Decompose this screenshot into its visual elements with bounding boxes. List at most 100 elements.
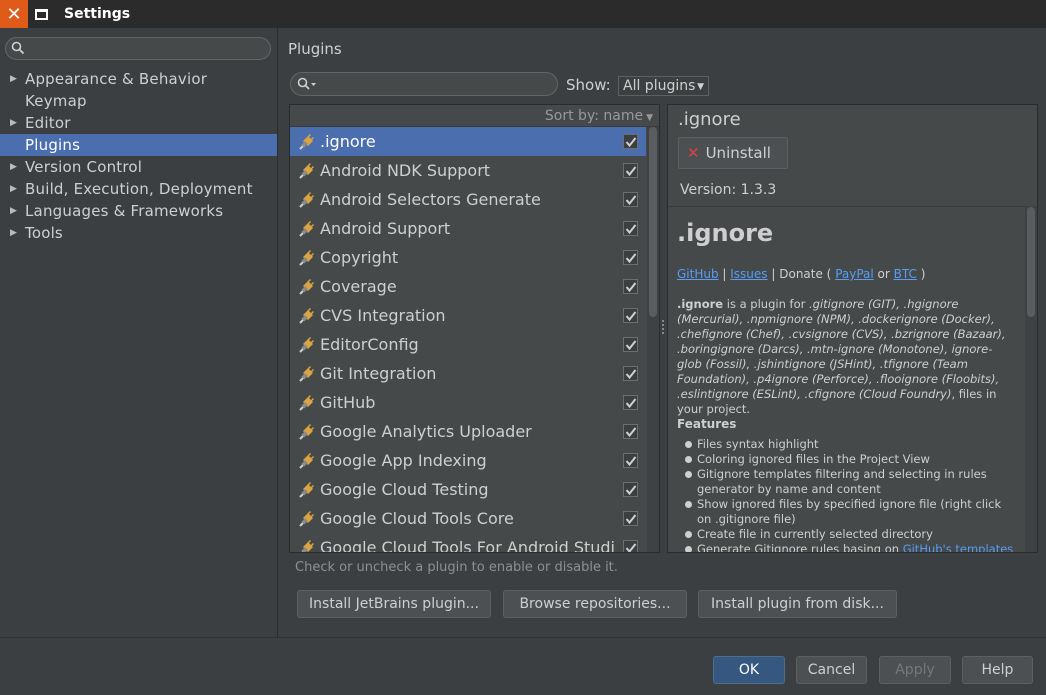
apply-button[interactable]: Apply: [879, 656, 951, 684]
details-scrollbar[interactable]: [1027, 207, 1035, 317]
plugin-row[interactable]: CVS Integration: [290, 301, 646, 330]
plugin-row[interactable]: Git Integration: [290, 359, 646, 388]
sidebar-item-label: Editor: [25, 114, 71, 132]
settings-search-input[interactable]: [5, 37, 271, 60]
desc-text: is a plugin for: [723, 297, 809, 311]
sidebar-item-tools[interactable]: ▶ Tools: [0, 222, 277, 244]
plugin-icon: [290, 220, 320, 237]
expand-arrow-icon[interactable]: ▶: [10, 68, 17, 90]
plugin-enabled-checkbox[interactable]: [623, 424, 638, 439]
plugin-enabled-checkbox[interactable]: [623, 308, 638, 323]
expand-arrow-icon[interactable]: ▶: [10, 112, 17, 134]
plugin-row[interactable]: EditorConfig: [290, 330, 646, 359]
plugin-row[interactable]: Google Cloud Testing: [290, 475, 646, 504]
sidebar-item-version-control[interactable]: ▶ Version Control: [0, 156, 277, 178]
show-label: Show:: [566, 76, 611, 94]
plugin-row[interactable]: Android NDK Support: [290, 156, 646, 185]
plugins-panel: Plugins Show: All plugins ▼ Sort by: nam…: [279, 28, 1046, 637]
settings-sidebar: ▶ Appearance & Behavior Keymap ▶ Editor Plugi…: [0, 28, 278, 637]
ok-button[interactable]: OK: [713, 656, 785, 684]
plugin-row[interactable]: Google Cloud Tools Core: [290, 504, 646, 533]
features-list: Files syntax highlight Coloring ignored f…: [677, 437, 1017, 552]
plugin-enabled-checkbox[interactable]: [623, 366, 638, 381]
plugin-name: EditorConfig: [320, 335, 419, 354]
github-link[interactable]: GitHub: [677, 267, 719, 281]
uninstall-button[interactable]: ✕ Uninstall: [678, 137, 788, 169]
settings-tree: ▶ Appearance & Behavior Keymap ▶ Editor Plugi…: [0, 68, 277, 244]
plugin-icon: [290, 452, 320, 469]
plugin-search-input[interactable]: [290, 72, 558, 96]
plugin-row[interactable]: Google Cloud Tools For Android Studio: [290, 533, 646, 552]
window-title: Settings: [64, 6, 131, 22]
list-scrollbar[interactable]: [649, 127, 657, 317]
plugin-row[interactable]: Android Selectors Generate: [290, 185, 646, 214]
sidebar-item-languages-frameworks[interactable]: ▶ Languages & Frameworks: [0, 200, 277, 222]
expand-arrow-icon[interactable]: ▶: [10, 178, 17, 200]
plugin-enabled-checkbox[interactable]: [623, 395, 638, 410]
browse-repositories-button[interactable]: Browse repositories...: [503, 590, 687, 618]
plugin-list: Sort by: name ▼ .ignore Android NDK Suppor…: [289, 104, 660, 553]
close-window-button[interactable]: ✕: [0, 0, 28, 28]
plugin-enabled-checkbox[interactable]: [623, 221, 638, 236]
plugin-row[interactable]: GitHub: [290, 388, 646, 417]
expand-arrow-icon[interactable]: ▶: [10, 222, 17, 244]
plugin-enabled-checkbox[interactable]: [623, 511, 638, 526]
plugin-enabled-checkbox[interactable]: [623, 337, 638, 352]
feature-item: Create file in currently selected direct…: [677, 527, 1017, 542]
sidebar-item-editor[interactable]: ▶ Editor: [0, 112, 277, 134]
plugin-enabled-checkbox[interactable]: [623, 482, 638, 497]
show-filter-select[interactable]: All plugins ▼: [618, 76, 709, 96]
sidebar-item-label: Languages & Frameworks: [25, 202, 224, 220]
plugin-enabled-checkbox[interactable]: [623, 453, 638, 468]
chevron-down-icon: ▼: [646, 113, 653, 123]
install-jetbrains-plugin-button[interactable]: Install JetBrains plugin...: [297, 590, 491, 618]
plugin-row[interactable]: Google App Indexing: [290, 446, 646, 475]
feature-item: Coloring ignored files in the Project Vi…: [677, 452, 1017, 467]
btc-link[interactable]: BTC: [894, 267, 917, 281]
plugin-row[interactable]: Copyright: [290, 243, 646, 272]
expand-arrow-icon[interactable]: ▶: [10, 156, 17, 178]
plugin-row[interactable]: Android Support: [290, 214, 646, 243]
paypal-link[interactable]: PayPal: [835, 267, 874, 281]
desc-file-types: .gitignore (GIT), .hgignore (Mercurial),…: [677, 297, 1006, 401]
github-templates-link[interactable]: GitHub's templates: [903, 542, 1014, 552]
plugin-name: Android Selectors Generate: [320, 190, 541, 209]
issues-link[interactable]: Issues: [730, 267, 767, 281]
plugin-enabled-checkbox[interactable]: [623, 250, 638, 265]
splitter-handle[interactable]: [660, 318, 666, 338]
plugin-icon: [290, 191, 320, 208]
plugin-enabled-checkbox[interactable]: [623, 540, 638, 552]
plugin-enabled-checkbox[interactable]: [623, 134, 638, 149]
uninstall-label: Uninstall: [705, 144, 771, 162]
expand-arrow-icon[interactable]: ▶: [10, 200, 17, 222]
install-plugin-from-disk-button[interactable]: Install plugin from disk...: [698, 590, 897, 618]
plugin-icon: [290, 162, 320, 179]
plugin-enabled-checkbox[interactable]: [623, 192, 638, 207]
plugin-enabled-checkbox[interactable]: [623, 163, 638, 178]
cancel-button[interactable]: Cancel: [796, 656, 867, 684]
donate-text: | Donate (: [767, 267, 836, 281]
sidebar-item-label: Tools: [25, 224, 63, 242]
chevron-down-icon: ▼: [697, 82, 704, 92]
feature-item: Gitignore templates filtering and select…: [677, 467, 1017, 497]
plugin-name: Android NDK Support: [320, 161, 491, 180]
plugin-enabled-checkbox[interactable]: [623, 279, 638, 294]
plugin-name: Google App Indexing: [320, 451, 487, 470]
plugin-row[interactable]: Coverage: [290, 272, 646, 301]
plugin-icon: [290, 307, 320, 324]
maximize-icon: [34, 8, 48, 20]
paren-close: ): [916, 267, 926, 281]
plugin-row[interactable]: Google Analytics Uploader: [290, 417, 646, 446]
sidebar-item-build-execution-deployment[interactable]: ▶ Build, Execution, Deployment: [0, 178, 277, 200]
maximize-window-button[interactable]: [28, 0, 54, 28]
plugin-row[interactable]: .ignore: [290, 127, 646, 156]
sidebar-item-plugins[interactable]: Plugins: [0, 134, 277, 156]
desc-plugin-name: .ignore: [677, 297, 724, 311]
sidebar-item-keymap[interactable]: Keymap: [0, 90, 277, 112]
help-button[interactable]: Help: [962, 656, 1033, 684]
details-description: .ignore GitHub | Issues | Donate ( PayPa…: [677, 215, 1017, 552]
sidebar-item-appearance-behavior[interactable]: ▶ Appearance & Behavior: [0, 68, 277, 90]
plugin-name: .ignore: [320, 132, 376, 151]
page-title: Plugins: [288, 40, 342, 58]
sort-by-dropdown[interactable]: Sort by: name ▼: [290, 105, 659, 127]
